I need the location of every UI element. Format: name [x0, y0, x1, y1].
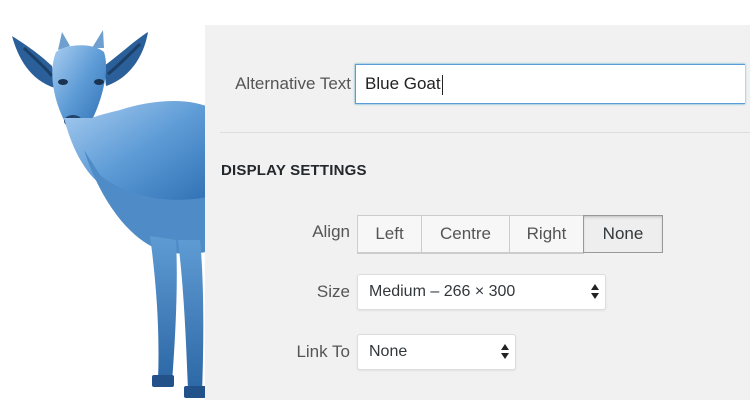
blue-goat-image — [12, 30, 215, 398]
section-divider — [220, 132, 750, 133]
text-caret — [441, 74, 443, 95]
align-button-group: Left Centre Right None — [357, 215, 663, 253]
alt-text-label: Alternative Text — [235, 74, 351, 93]
size-select-value: Medium – 266 × 300 — [369, 283, 516, 300]
link-to-select[interactable]: None — [357, 334, 516, 370]
align-centre-button[interactable]: Centre — [421, 215, 510, 253]
alt-text-input[interactable]: Blue Goat — [355, 64, 745, 104]
size-select[interactable]: Medium – 266 × 300 — [357, 274, 606, 310]
link-to-label: Link To — [296, 342, 350, 361]
link-to-select-value: None — [369, 343, 408, 360]
updown-arrows-icon — [501, 343, 509, 361]
updown-arrows-icon — [591, 283, 599, 301]
alt-text-value: Blue Goat — [365, 74, 441, 93]
display-settings-title: DISPLAY SETTINGS — [221, 162, 367, 179]
align-label: Align — [312, 222, 350, 241]
align-left-button[interactable]: Left — [357, 215, 422, 253]
attachment-details-panel: Alternative Text Blue Goat DISPLAY SETTI… — [205, 25, 750, 400]
align-none-button[interactable]: None — [583, 215, 663, 253]
align-right-button[interactable]: Right — [509, 215, 584, 253]
size-label: Size — [316, 282, 350, 301]
